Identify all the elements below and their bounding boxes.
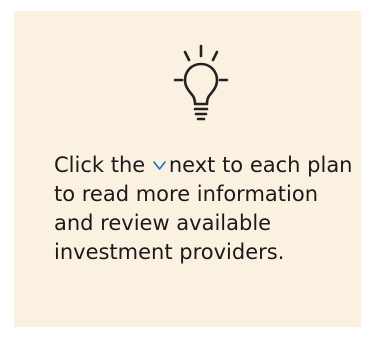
- tip-message: Click the next to each plan to read more…: [54, 151, 354, 267]
- tip-card: Click the next to each plan to read more…: [14, 11, 361, 327]
- tip-text-before: Click the: [54, 153, 146, 177]
- lightbulb-icon: [173, 44, 229, 121]
- chevron-down-icon: [153, 161, 166, 170]
